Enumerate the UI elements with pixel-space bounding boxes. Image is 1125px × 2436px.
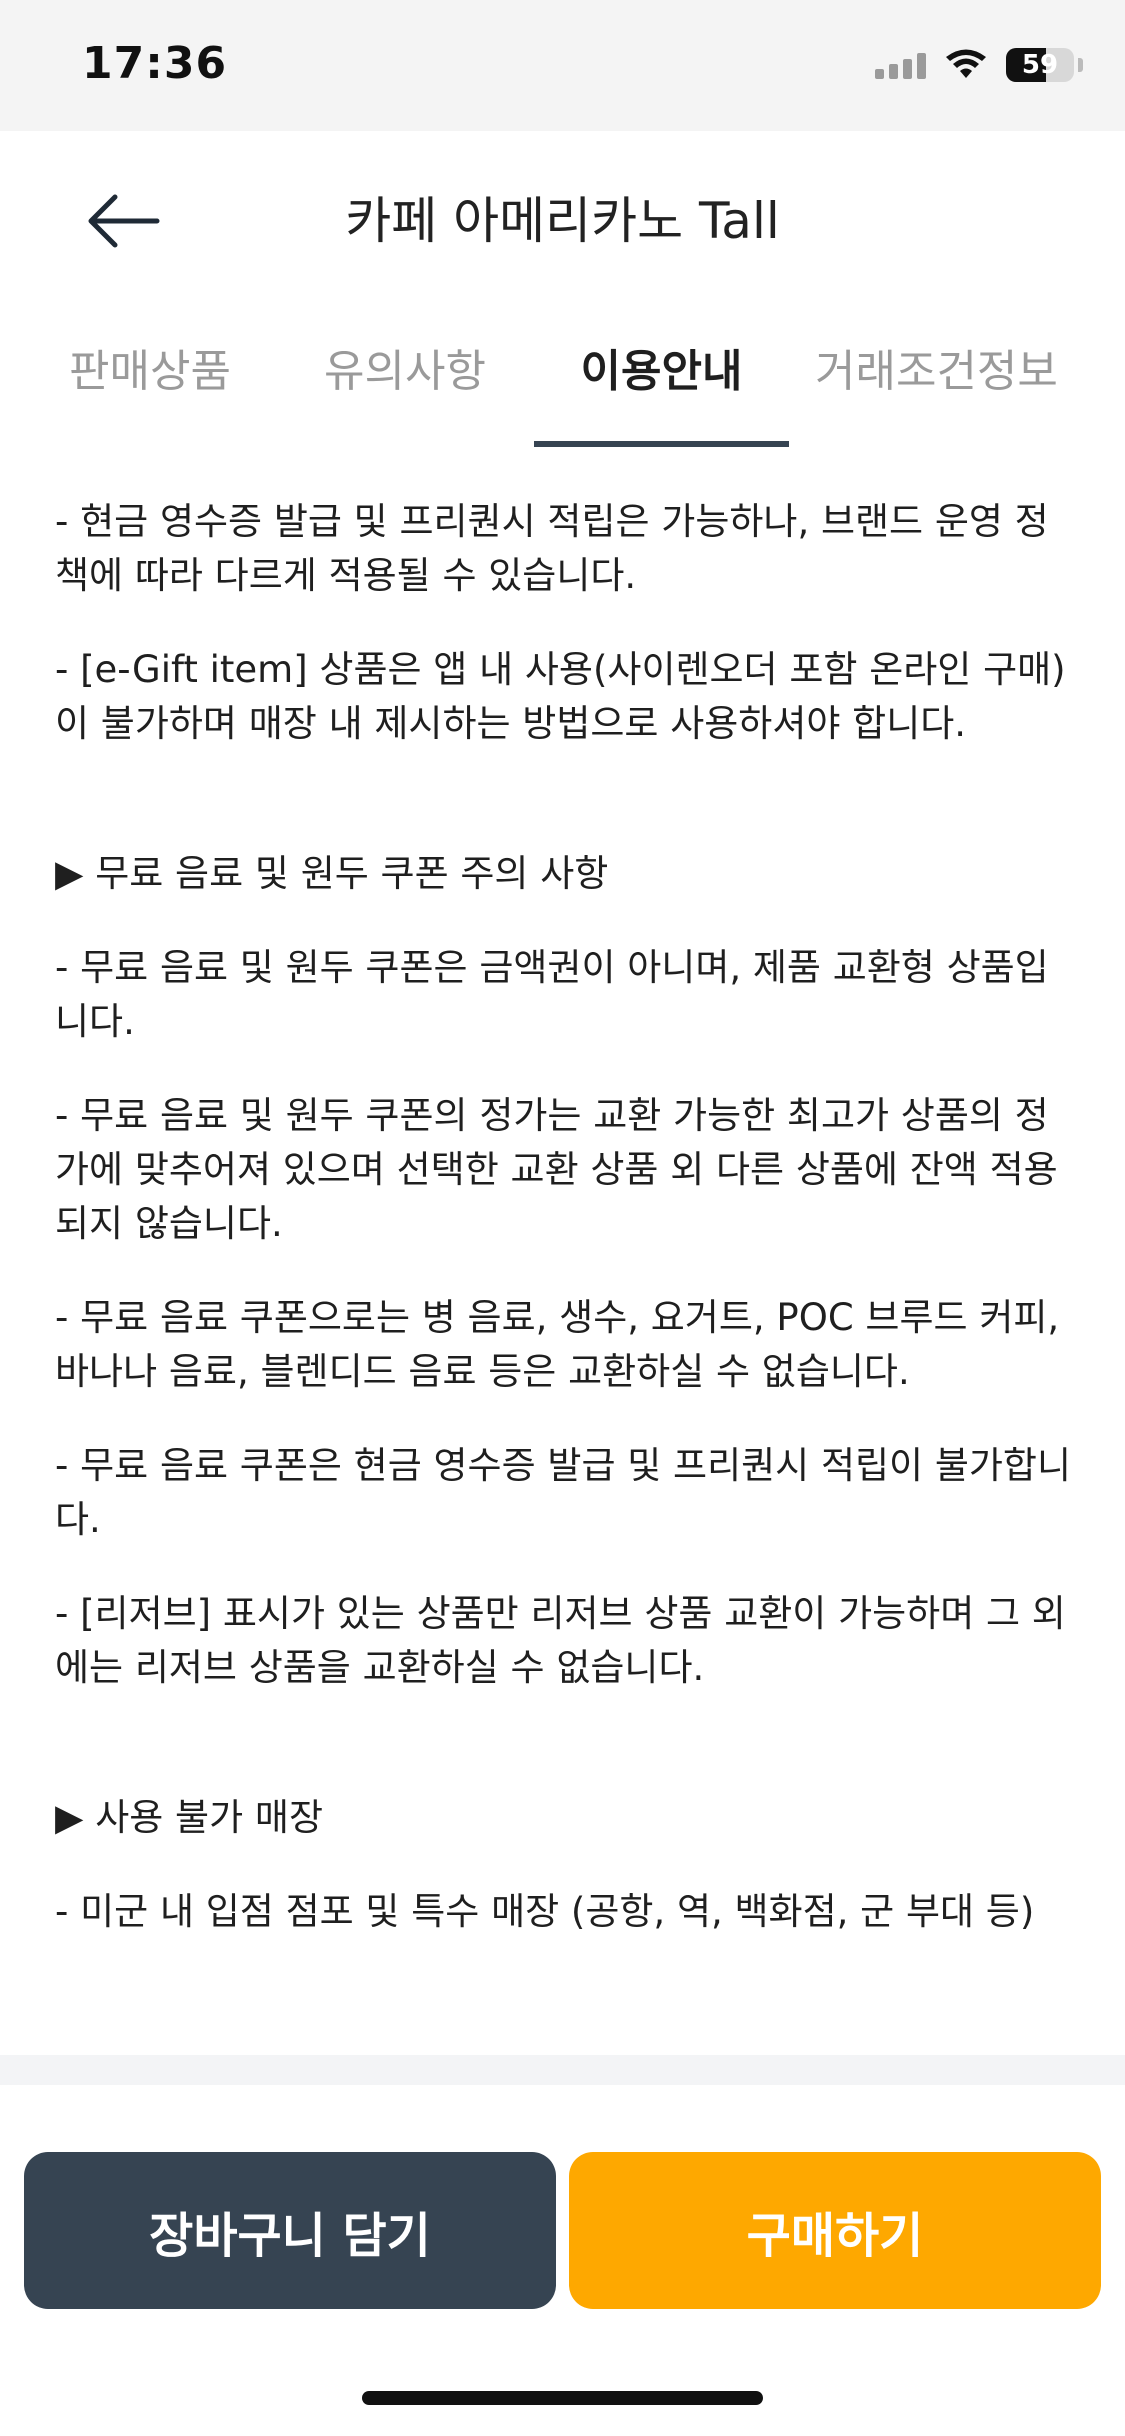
tab-trade-terms[interactable]: 거래조건정보 <box>815 335 1125 447</box>
tab-notes[interactable]: 유의사항 <box>300 335 510 447</box>
guide-paragraph: - 무료 음료 및 원두 쿠폰의 정가는 교환 가능한 최고가 상품의 정가에 … <box>55 1094 1058 1245</box>
section-heading: ▶ 사용 불가 매장 <box>55 1796 323 1839</box>
tab-usage-guide[interactable]: 이용안내 <box>534 335 789 447</box>
guide-paragraph: - 무료 음료 쿠폰은 현금 영수증 발급 및 프리퀀시 적립이 불가합니다. <box>55 1444 1072 1541</box>
usage-guide-content: - 현금 영수증 발급 및 프리퀀시 적립은 가능하나, 브랜드 운영 정책에 … <box>55 495 1075 1939</box>
guide-paragraph: - [리저브] 표시가 있는 상품만 리저브 상품 교환이 가능하며 그 외에는… <box>55 1592 1066 1689</box>
guide-paragraph: - [e-Gift item] 상품은 앱 내 사용(사이렌오더 포함 온라인 … <box>55 648 1066 745</box>
status-icons: 59 <box>875 48 1083 82</box>
active-tab-indicator <box>534 441 789 447</box>
battery-cap <box>1078 58 1083 72</box>
guide-paragraph: - 미군 내 입점 점포 및 특수 매장 (공항, 역, 백화점, 군 부대 등… <box>55 1890 1035 1933</box>
tab-label: 유의사항 <box>324 346 486 397</box>
status-time: 17:36 <box>82 38 228 89</box>
arrow-left-icon <box>88 194 160 248</box>
guide-paragraph: - 현금 영수증 발급 및 프리퀀시 적립은 가능하나, 브랜드 운영 정책에 … <box>55 500 1049 597</box>
tab-bar: 판매상품 유의사항 이용안내 거래조건정보 <box>0 335 1125 447</box>
buy-button[interactable]: 구매하기 <box>569 2152 1101 2309</box>
status-bar: 17:36 59 <box>0 0 1125 131</box>
section-divider <box>0 2055 1125 2085</box>
tab-label: 거래조건정보 <box>815 346 1058 397</box>
tab-label: 판매상품 <box>69 346 231 397</box>
add-to-cart-button[interactable]: 장바구니 담기 <box>24 2152 556 2309</box>
home-indicator <box>362 2391 763 2405</box>
tab-products[interactable]: 판매상품 <box>45 335 255 447</box>
battery-icon: 59 <box>1006 48 1074 82</box>
page-title: 카페 아메리카노 Tall <box>345 192 780 250</box>
battery-percent: 59 <box>1021 50 1059 80</box>
tab-label: 이용안내 <box>580 346 743 397</box>
guide-paragraph: - 무료 음료 쿠폰으로는 병 음료, 생수, 요거트, POC 브루드 커피,… <box>55 1296 1060 1393</box>
guide-paragraph: - 무료 음료 및 원두 쿠폰은 금액권이 아니며, 제품 교환형 상품입니다. <box>55 946 1049 1043</box>
header: 카페 아메리카노 Tall <box>0 131 1125 301</box>
section-heading: ▶ 무료 음료 및 원두 쿠폰 주의 사항 <box>55 852 609 895</box>
wifi-icon <box>946 49 986 78</box>
back-button[interactable] <box>78 181 168 261</box>
cellular-signal-icon <box>875 51 926 79</box>
